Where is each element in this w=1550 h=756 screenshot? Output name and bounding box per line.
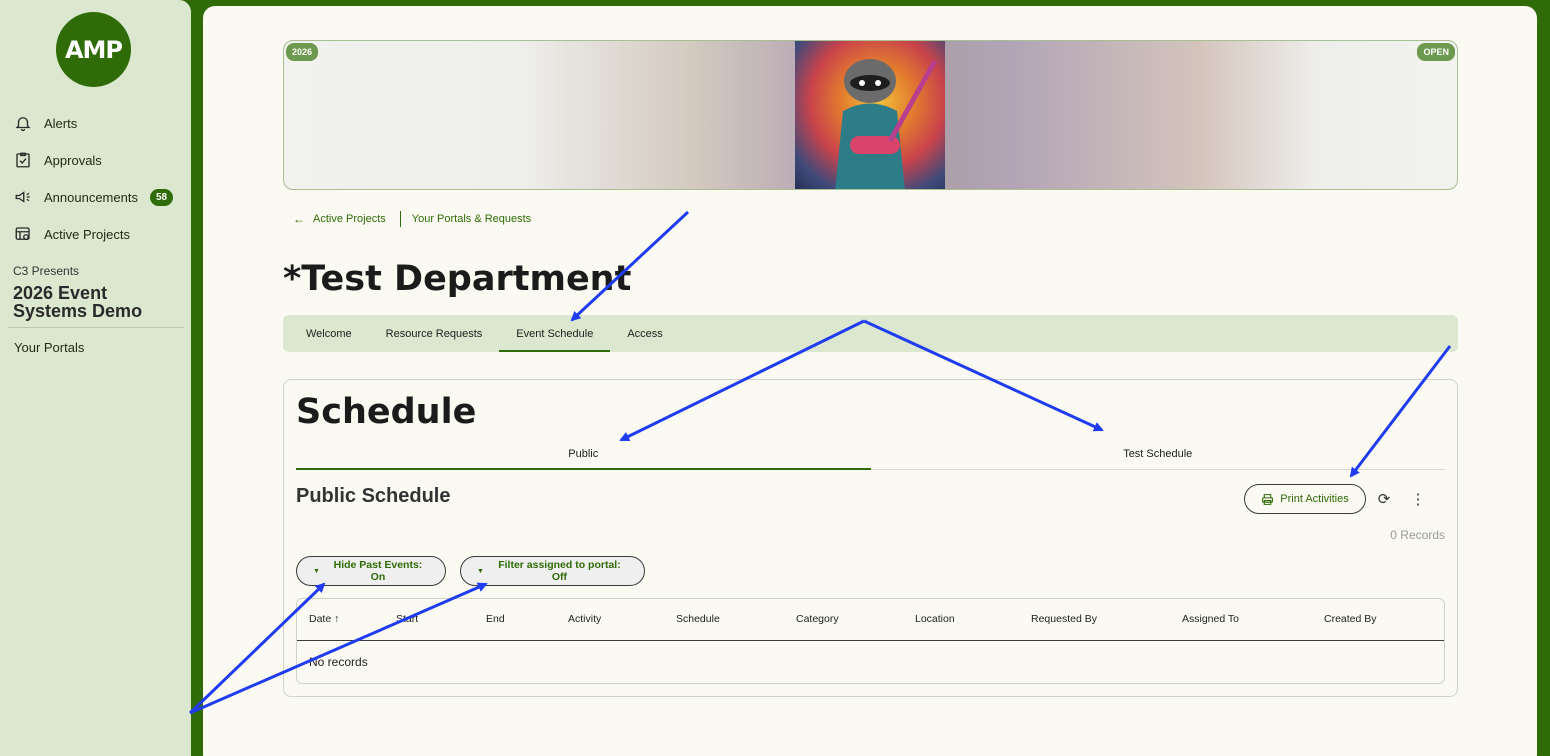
sidebar-item-announcements[interactable]: Announcements 58 <box>14 186 174 208</box>
tab-test-schedule[interactable]: Test Schedule <box>871 438 1446 469</box>
breadcrumb-active-projects-link[interactable]: Active Projects <box>313 213 386 225</box>
column-header-requested-by[interactable]: Requested By <box>1031 613 1097 625</box>
sidebar-divider <box>8 327 184 328</box>
raccoon-guitarist-image <box>835 59 938 189</box>
project-title: 2026 Event Systems Demo <box>13 283 143 321</box>
breadcrumb-separator <box>399 211 401 227</box>
column-header-start[interactable]: Start <box>396 613 418 625</box>
sidebar: AMP Alerts Approvals Announcements 58 Ac… <box>0 0 191 756</box>
column-header-end[interactable]: End <box>486 613 505 625</box>
column-header-activity[interactable]: Activity <box>568 613 601 625</box>
banner-artwork <box>795 41 945 189</box>
bell-icon <box>15 117 31 132</box>
filter-label: Hide Past Events: On <box>333 559 423 583</box>
schedule-title: Schedule <box>296 392 477 432</box>
column-header-date[interactable]: Date ↑ <box>309 613 339 625</box>
schedule-card: Schedule Public Test Schedule Public Sch… <box>283 379 1458 697</box>
column-header-category[interactable]: Category <box>796 613 839 625</box>
caret-down-icon: ▼ <box>477 567 484 575</box>
page-title: *Test Department <box>283 259 632 299</box>
tab-welcome[interactable]: Welcome <box>289 315 369 352</box>
table-header: Date ↑ Start End Activity Schedule Categ… <box>297 599 1444 641</box>
column-header-assigned-to[interactable]: Assigned To <box>1182 613 1239 625</box>
projects-icon <box>15 227 30 240</box>
print-activities-button[interactable]: Print Activities <box>1244 484 1366 514</box>
records-count: 0 Records <box>1390 528 1445 542</box>
tab-access[interactable]: Access <box>610 315 679 352</box>
schedule-tabs: Public Test Schedule <box>296 438 1445 470</box>
print-activities-label: Print Activities <box>1280 493 1349 505</box>
sidebar-item-approvals[interactable]: Approvals <box>14 149 102 171</box>
announcements-count-badge: 58 <box>149 188 174 206</box>
amp-logo[interactable]: AMP <box>56 12 131 87</box>
hide-past-events-filter[interactable]: ▼ Hide Past Events: On <box>296 556 446 586</box>
empty-state: No records <box>309 655 368 669</box>
section-title: Public Schedule <box>296 485 451 507</box>
sidebar-item-active-projects[interactable]: Active Projects <box>14 223 130 245</box>
refresh-icon[interactable]: ⟳ <box>1374 489 1394 509</box>
megaphone-icon <box>15 191 30 203</box>
sidebar-item-label: Active Projects <box>44 226 130 242</box>
checklist-icon <box>16 152 30 168</box>
presenter-label: C3 Presents <box>13 264 80 278</box>
project-banner: 2026 OPEN <box>283 40 1458 190</box>
tab-resource-requests[interactable]: Resource Requests <box>369 315 500 352</box>
year-tag: 2026 <box>286 43 319 61</box>
arrow-left-icon: ← <box>293 212 305 226</box>
more-vertical-icon[interactable]: ⋮ <box>1408 489 1428 509</box>
caret-down-icon: ▼ <box>313 567 320 575</box>
sidebar-item-label: Alerts <box>44 115 78 131</box>
status-tag: OPEN <box>1417 43 1455 61</box>
printer-icon <box>1262 493 1274 505</box>
filter-label: Filter assigned to portal: Off <box>498 559 621 583</box>
sidebar-item-your-portals[interactable]: Your Portals <box>14 340 84 355</box>
tab-event-schedule[interactable]: Event Schedule <box>499 315 611 352</box>
filter-assigned-to-portal[interactable]: ▼ Filter assigned to portal: Off <box>460 556 645 586</box>
sidebar-item-label: Announcements <box>44 189 138 205</box>
column-header-schedule[interactable]: Schedule <box>676 613 720 625</box>
portal-tabs: Welcome Resource Requests Event Schedule… <box>283 315 1458 352</box>
tab-public[interactable]: Public <box>296 438 871 470</box>
breadcrumb-portals-link[interactable]: Your Portals & Requests <box>412 213 531 225</box>
column-header-location[interactable]: Location <box>915 613 955 625</box>
main-panel: 2026 OPEN ← Active Projects Your Portals… <box>203 6 1537 756</box>
schedule-table: Date ↑ Start End Activity Schedule Categ… <box>296 598 1445 684</box>
breadcrumb: ← Active Projects Your Portals & Request… <box>293 211 531 227</box>
sidebar-item-label: Approvals <box>44 152 102 168</box>
arrow-up-icon: ↑ <box>334 613 340 625</box>
sidebar-item-alerts[interactable]: Alerts <box>14 112 77 134</box>
column-header-created-by[interactable]: Created By <box>1324 613 1377 625</box>
